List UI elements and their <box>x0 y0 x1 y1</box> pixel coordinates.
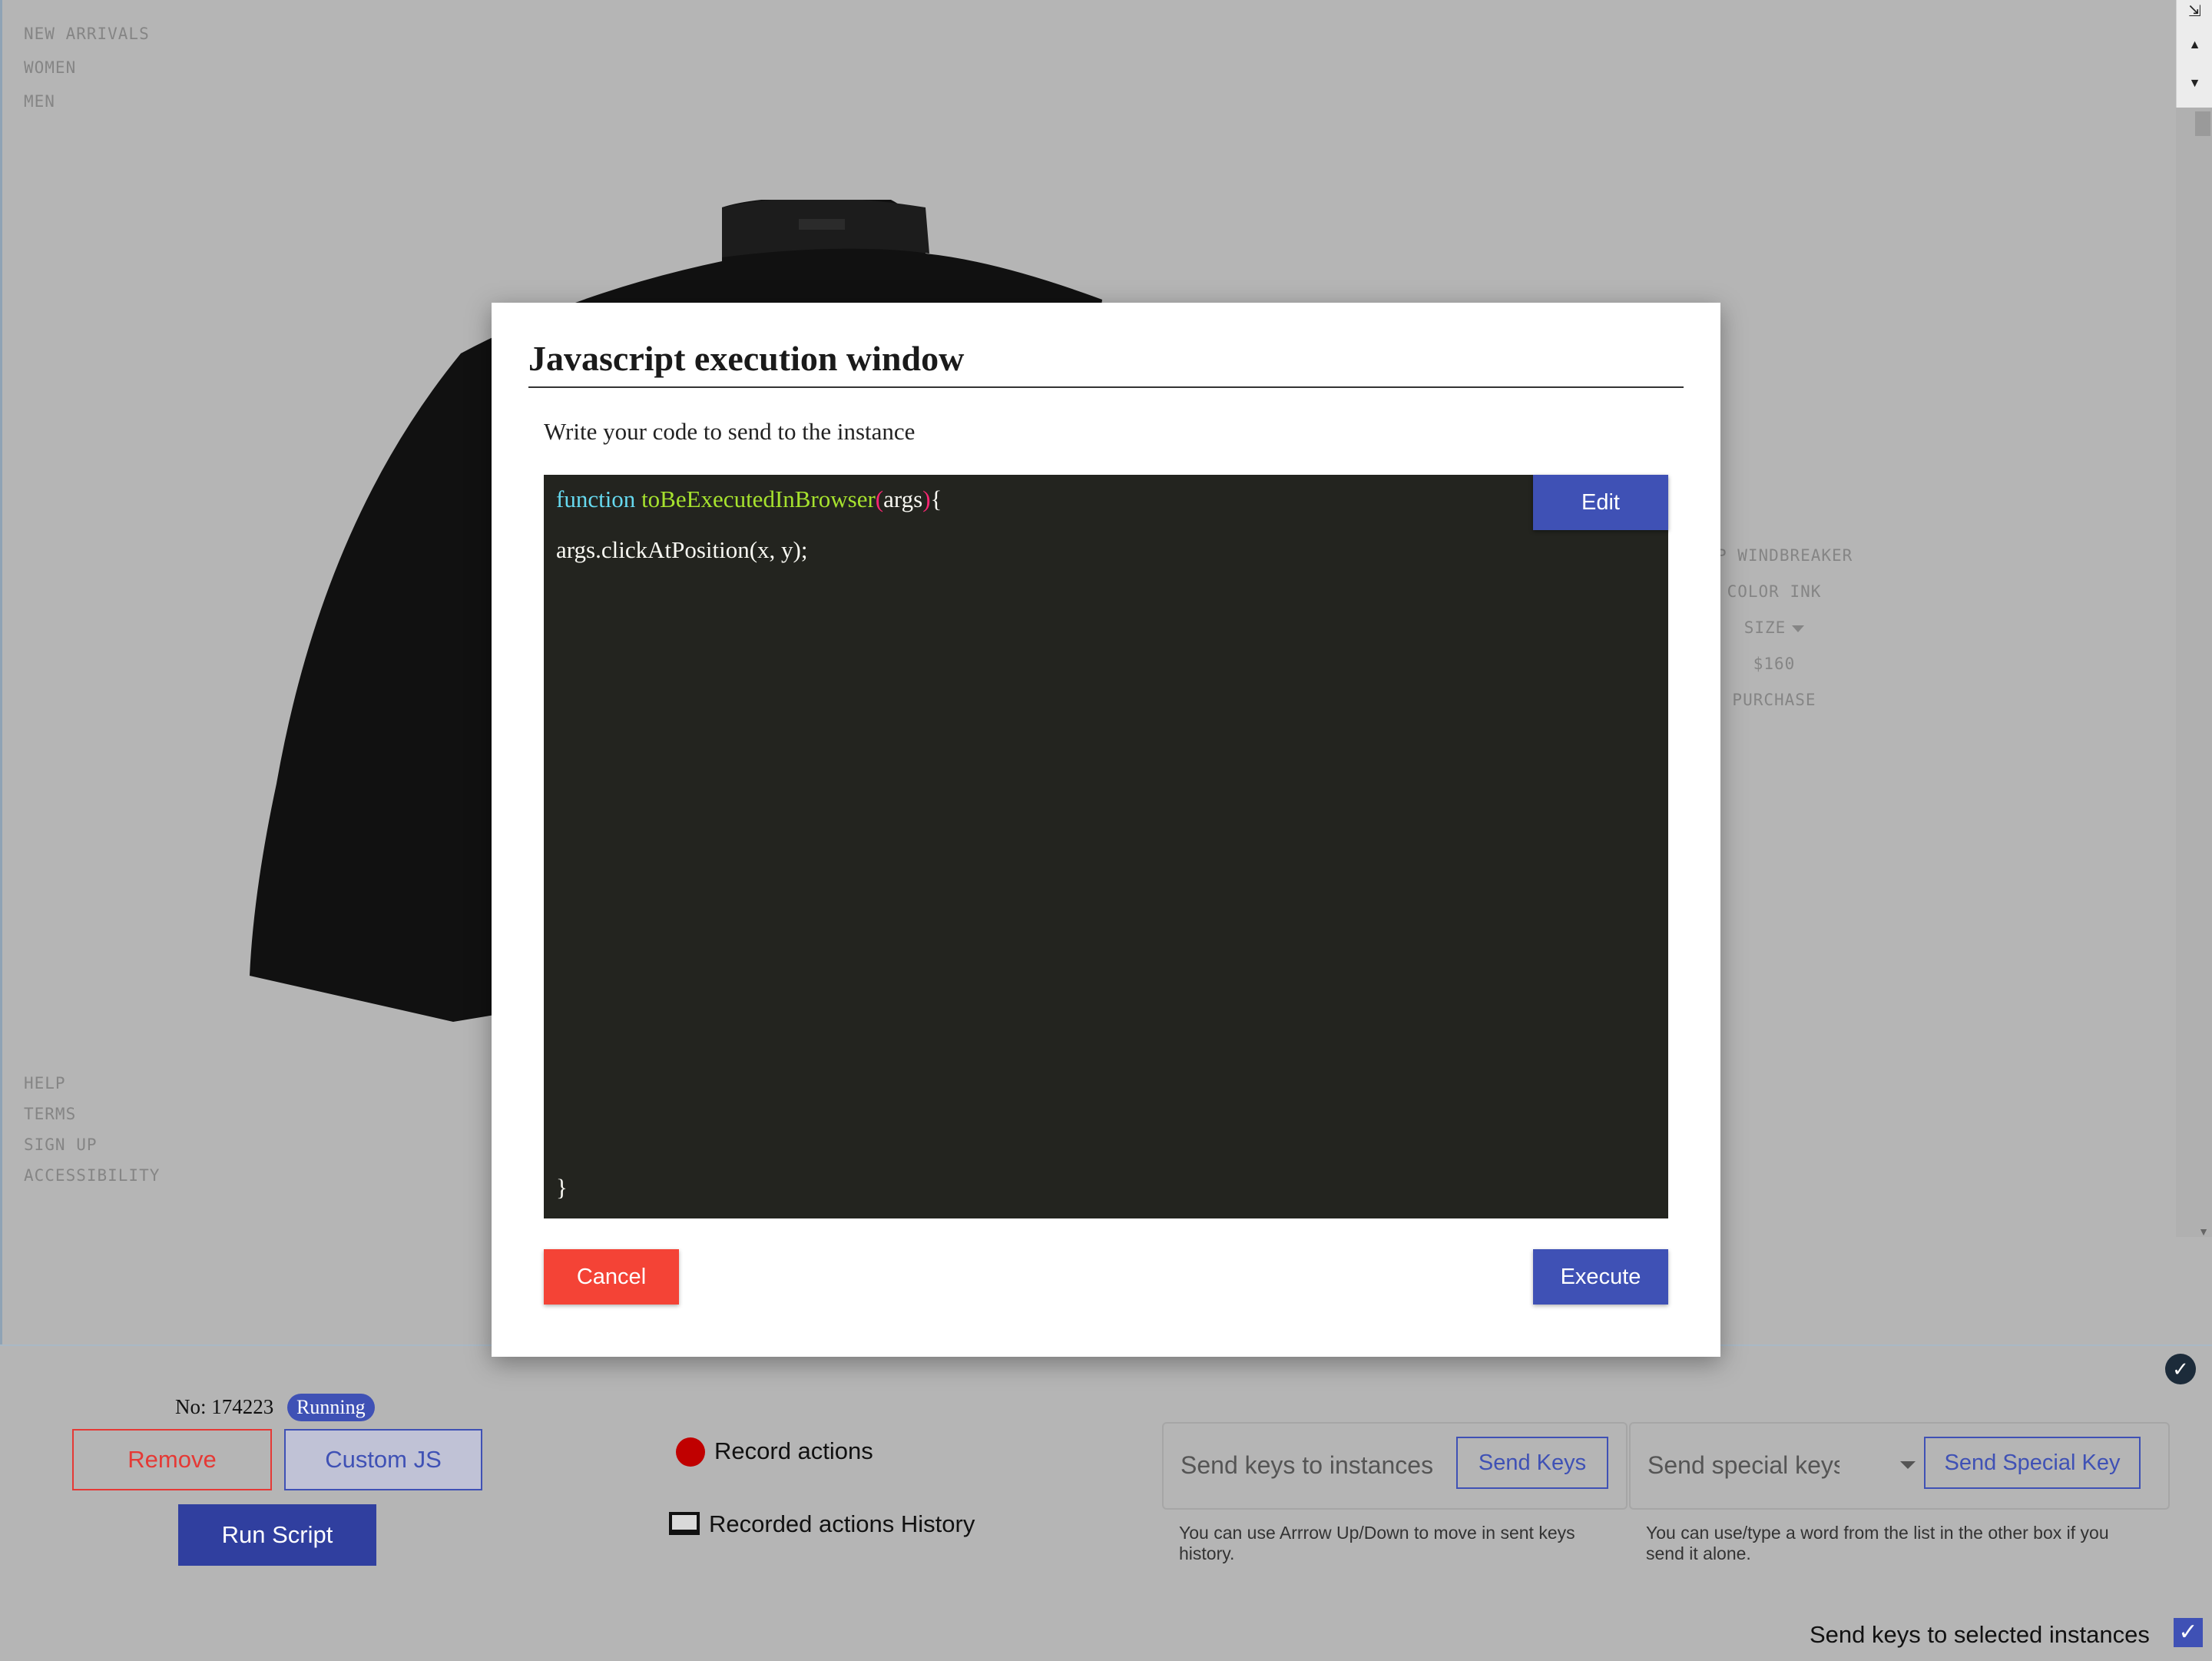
frame-edge <box>0 0 2 1344</box>
code-close-paren: ) <box>922 486 931 512</box>
scrollbar-track[interactable] <box>2176 0 2212 1237</box>
execute-button[interactable]: Execute <box>1533 1249 1668 1305</box>
status-badge: Running <box>287 1394 375 1421</box>
record-icon[interactable] <box>676 1437 705 1467</box>
cancel-button[interactable]: Cancel <box>544 1249 679 1305</box>
code-open-brace: { <box>930 486 942 512</box>
laptop-icon[interactable] <box>669 1512 700 1535</box>
scrollbar-thumb[interactable] <box>2195 111 2210 136</box>
scroll-down-icon[interactable]: ▼ <box>2177 77 2212 91</box>
site-footer: HELP TERMS SIGN UP ACCESSIBILITY <box>24 1068 160 1191</box>
footer-terms[interactable]: TERMS <box>24 1099 160 1129</box>
custom-js-button[interactable]: Custom JS <box>284 1429 482 1490</box>
instance-number: No: 174223 <box>175 1395 274 1418</box>
collapse-icon[interactable]: ⇲ <box>2177 2 2212 21</box>
modal-title: Javascript execution window <box>528 338 1684 388</box>
special-keys-input[interactable] <box>1646 1450 1841 1480</box>
run-script-button[interactable]: Run Script <box>178 1504 376 1566</box>
nav-women[interactable]: WOMEN <box>24 51 150 85</box>
recorded-history-label[interactable]: Recorded actions History <box>709 1510 975 1538</box>
scroll-up-icon[interactable]: ▲ <box>2177 38 2212 52</box>
code-open-paren: ( <box>875 486 884 512</box>
js-execution-modal: Javascript execution window Write your c… <box>492 303 1720 1357</box>
send-keys-input[interactable] <box>1179 1450 1459 1480</box>
site-nav: NEW ARRIVALS WOMEN MEN <box>24 17 150 118</box>
footer-sign-up[interactable]: SIGN UP <box>24 1129 160 1160</box>
footer-help[interactable]: HELP <box>24 1068 160 1099</box>
size-label: SIZE <box>1743 618 1786 637</box>
nav-men[interactable]: MEN <box>24 85 150 118</box>
check-circle-icon[interactable]: ✓ <box>2165 1354 2196 1384</box>
nav-new-arrivals[interactable]: NEW ARRIVALS <box>24 17 150 51</box>
code-editor[interactable]: function toBeExecutedInBrowser(args){ ar… <box>544 475 1668 1218</box>
scroll-end-arrow-icon[interactable]: ▼ <box>2195 1225 2212 1238</box>
modal-subtitle: Write your code to send to the instance <box>544 418 916 445</box>
footer-accessibility[interactable]: ACCESSIBILITY <box>24 1160 160 1191</box>
send-special-key-button[interactable]: Send Special Key <box>1924 1437 2141 1489</box>
send-keys-button[interactable]: Send Keys <box>1456 1437 1608 1489</box>
chevron-down-icon[interactable] <box>1900 1461 1916 1469</box>
send-to-selected-label: Send keys to selected instances <box>1810 1621 2150 1648</box>
code-line-2: args.clickAtPosition(x, y); <box>556 536 808 563</box>
record-actions-label[interactable]: Record actions <box>714 1437 873 1465</box>
edit-button[interactable]: Edit <box>1533 475 1668 530</box>
send-keys-hint: You can use Arrrow Up/Down to move in se… <box>1179 1523 1575 1563</box>
send-to-selected-checkbox[interactable]: ✓ <box>2174 1618 2203 1647</box>
code-function-name: toBeExecutedInBrowser <box>641 486 876 512</box>
remove-button[interactable]: Remove <box>72 1429 272 1490</box>
code-closing-brace: } <box>556 1174 568 1201</box>
chevron-down-icon <box>1792 625 1805 632</box>
scroll-controls: ⇲ ▲ ▼ <box>2176 0 2212 108</box>
code-line-1: function toBeExecutedInBrowser(args){ <box>556 486 942 513</box>
special-keys-hint: You can use/type a word from the list in… <box>1646 1523 2109 1563</box>
code-keyword: function <box>556 486 636 512</box>
code-param: args <box>883 486 923 512</box>
